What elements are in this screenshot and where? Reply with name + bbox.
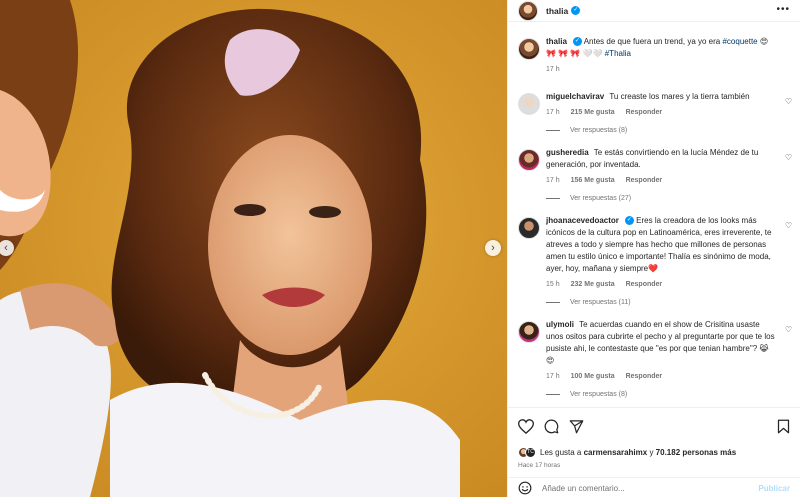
caption-username[interactable]: thalia — [546, 37, 567, 46]
caption-text: Antes de que fuera un trend, ya yo era — [583, 37, 721, 46]
verified-badge-icon: ✓ — [571, 6, 581, 15]
comment-text: Te acuerdas cuando en el show de Crisiti… — [546, 320, 775, 365]
author-avatar[interactable] — [518, 0, 538, 21]
likes-conjunction: y — [649, 448, 654, 457]
share-send-icon[interactable] — [569, 419, 584, 434]
reply-button[interactable]: Responder — [626, 109, 663, 116]
liker-username[interactable]: carmensarahimx — [584, 448, 648, 457]
liker-avatar: TC — [525, 447, 536, 458]
bookmark-icon[interactable] — [777, 419, 790, 434]
like-heart-icon[interactable] — [518, 418, 534, 434]
comment-username[interactable]: jhoanacevedoactor — [546, 216, 619, 225]
post-header: thalia ✓ ••• — [508, 0, 800, 22]
reply-button[interactable]: Responder — [626, 281, 663, 288]
comment-username[interactable]: miguelchavirav — [546, 92, 604, 101]
comment-likes[interactable]: 232 Me gusta — [571, 281, 615, 288]
publish-button[interactable]: Publicar — [758, 484, 790, 493]
comment-item: jhoanacevedoactor ✓ Eres la creadora de l… — [508, 215, 800, 288]
post-photo: ‹ › — [0, 0, 507, 497]
comment-likes[interactable]: 100 Me gusta — [571, 373, 615, 380]
likes-prefix: Les gusta a — [540, 448, 582, 457]
post-panel: thalia ✓ ••• thalia ✓ Antes de que fuera … — [507, 0, 800, 497]
caption-avatar[interactable] — [518, 38, 540, 60]
comment-likes[interactable]: 215 Me gusta — [571, 109, 615, 116]
author-username[interactable]: thalia — [546, 6, 568, 16]
verified-badge-icon: ✓ — [624, 216, 634, 226]
add-comment-bar: Añade un comentario... Publicar — [508, 477, 800, 497]
comment-likes[interactable]: 156 Me gusta — [571, 177, 615, 184]
photo-illustration — [0, 0, 507, 497]
like-comment-icon[interactable]: ♡ — [785, 325, 792, 334]
view-replies-button[interactable]: Ver respuestas (27) — [546, 195, 800, 202]
commenter-avatar[interactable] — [518, 321, 540, 343]
comments-list[interactable]: thalia ✓ Antes de que fuera un trend, ya … — [508, 28, 800, 406]
view-replies-button[interactable]: Ver respuestas (8) — [546, 391, 800, 398]
comment-username[interactable]: gusheredia — [546, 148, 589, 157]
comment-username[interactable]: ulymoli — [546, 320, 574, 329]
likes-count[interactable]: 70.182 personas más — [656, 448, 737, 457]
like-comment-icon[interactable]: ♡ — [785, 97, 792, 106]
post-actions: TC Les gusta a carmensarahimx y 70.182 p… — [508, 407, 800, 497]
verified-badge-icon: ✓ — [572, 37, 582, 47]
comment-text: Tu creaste los mares y la tierra también — [609, 92, 750, 101]
comment-time[interactable]: 17 h — [546, 109, 560, 116]
comment-time[interactable]: 17 h — [546, 373, 560, 380]
chevron-left-icon: ‹ — [4, 241, 8, 254]
comment-input[interactable]: Añade un comentario... — [542, 484, 748, 493]
reply-button[interactable]: Responder — [626, 373, 663, 380]
view-replies-button[interactable]: Ver respuestas (11) — [546, 299, 800, 306]
comment-time[interactable]: 17 h — [546, 177, 560, 184]
commenter-avatar[interactable] — [518, 93, 540, 115]
more-options-icon[interactable]: ••• — [776, 4, 790, 15]
comment-time[interactable]: 15 h — [546, 281, 560, 288]
reply-button[interactable]: Responder — [626, 177, 663, 184]
like-comment-icon[interactable]: ♡ — [785, 153, 792, 162]
next-image-button[interactable]: › — [485, 240, 501, 256]
likes-summary[interactable]: TC Les gusta a carmensarahimx y 70.182 p… — [518, 447, 790, 458]
comment-item: gusheredia Te estás convirtiendo en la l… — [508, 147, 800, 184]
hashtag-link[interactable]: #coquette — [722, 37, 757, 46]
commenter-avatar[interactable] — [518, 149, 540, 171]
emoji-icon[interactable] — [518, 481, 532, 495]
post-caption: thalia ✓ Antes de que fuera un trend, ya … — [508, 36, 800, 73]
view-replies-button[interactable]: Ver respuestas (8) — [546, 127, 800, 134]
commenter-avatar[interactable] — [518, 217, 540, 239]
hashtag-link[interactable]: #Thalia — [605, 49, 631, 58]
caption-time[interactable]: 17 h — [546, 66, 560, 73]
post-timestamp: Hace 17 horas — [518, 462, 561, 469]
like-comment-icon[interactable]: ♡ — [785, 221, 792, 230]
caption-emoji: 🎀 🎀 🤍🤍 — [558, 49, 603, 58]
comment-bubble-icon[interactable] — [544, 419, 559, 434]
chevron-right-icon: › — [491, 241, 495, 254]
comment-item: ulymoli Te acuerdas cuando en el show de… — [508, 319, 800, 380]
comment-item: miguelchavirav Tu creaste los mares y la… — [508, 91, 800, 116]
